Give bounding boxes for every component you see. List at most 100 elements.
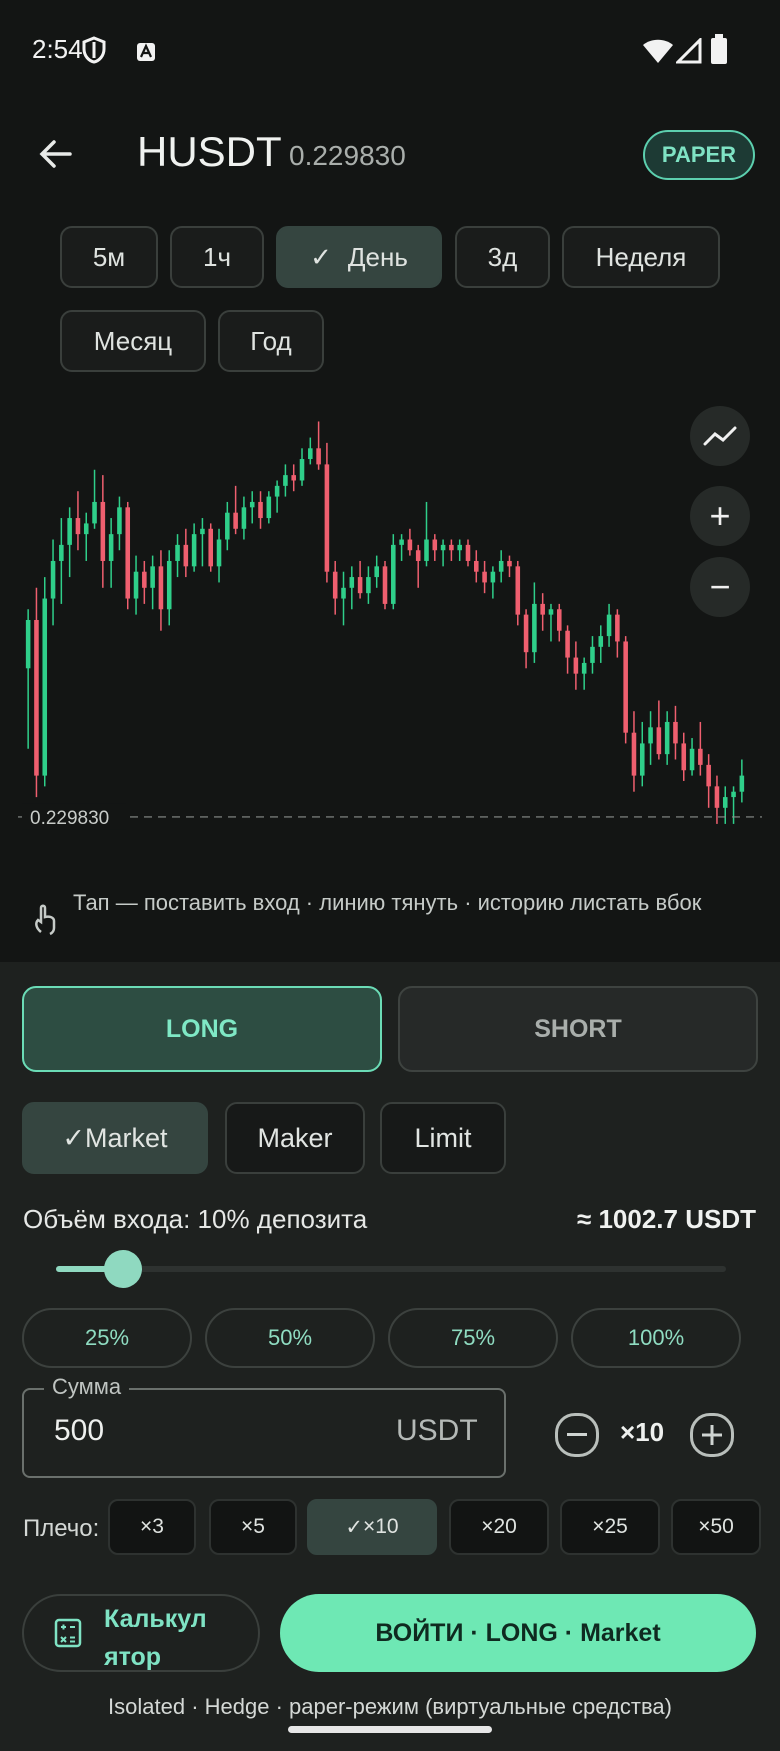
timeframe-chip[interactable]: 5м [60,226,158,288]
candle-body [474,560,479,572]
enter-position-button[interactable]: ВОЙТИ · LONG · Market [280,1594,756,1672]
candle-body [556,609,562,631]
timeframe-chip-label: 1ч [202,241,231,272]
candle-body [689,748,695,771]
volume-label: Объём входа: 10% депозита [23,1204,368,1234]
candle-body [241,507,247,529]
leverage-chip[interactable]: ×25 [560,1499,660,1555]
leverage-chip[interactable]: ×20 [449,1499,549,1555]
back-arrow-icon[interactable] [36,134,76,174]
candle-body [225,512,230,540]
home-indicator[interactable] [288,1726,492,1733]
candle-body [258,501,263,519]
candle-body [216,539,222,567]
zoom-in-button[interactable]: + [690,486,750,546]
leverage-chip-label: ×20 [481,1515,517,1538]
percent-preset-button[interactable]: 25% [22,1308,192,1368]
candle-body [341,587,346,599]
leverage-chip-label: ×3 [140,1515,164,1538]
candle-body [299,459,305,481]
candle-body [191,534,197,567]
volume-slider-thumb[interactable] [104,1250,142,1288]
candle-body [142,571,147,588]
timeframe-chip[interactable]: Год [218,310,324,372]
volume-value: ≈ 1002.7 USDT [576,1204,756,1234]
order-type-limit[interactable]: Limit [380,1102,506,1174]
leverage-chip[interactable]: ×5 [209,1499,297,1555]
timeframe-chip[interactable]: 3д [455,226,550,288]
calculator-icon [54,1618,82,1648]
short-button[interactable]: SHORT [398,986,758,1072]
candle-body [25,620,31,669]
candle-body [42,598,48,776]
leverage-value: ×10 [620,1417,665,1447]
candle-body [183,544,189,567]
order-type-limit-label: Limit [414,1122,472,1153]
candle-body [34,620,39,776]
candle-body [739,775,745,792]
timeframe-chip[interactable]: 1ч [170,226,264,288]
candle-body [440,544,446,551]
candle-body [673,721,678,744]
candle-body [573,657,579,674]
calculator-button[interactable]: Калькул ятор [22,1594,260,1672]
candle-body [731,791,736,798]
leverage-chip[interactable]: ×3 [108,1499,196,1555]
candle-body [67,518,72,545]
candle-body [515,566,521,615]
percent-preset-button[interactable]: 100% [571,1308,741,1368]
leverage-label: Плечо: [23,1515,100,1542]
candle-body [507,560,512,567]
candle-body [565,630,570,658]
header-price: 0.229830 [289,140,406,171]
candle-body [374,566,379,578]
timeframe-chip[interactable]: Неделя [562,226,720,288]
status-time: 2:54 [32,34,83,64]
candle-body [50,560,56,599]
candle-body [391,544,396,604]
leverage-chip[interactable]: ×50 [671,1499,761,1555]
candle-body [133,571,139,599]
volume-slider-track[interactable] [56,1266,726,1272]
leverage-decrease-button[interactable] [555,1413,599,1457]
paper-mode-badge[interactable]: PAPER [643,130,755,180]
candle-body [200,528,205,535]
candle-body [648,727,653,744]
candle-body [706,764,711,787]
leverage-chip[interactable]: ✓ ×10 [307,1499,437,1555]
candle-body [366,577,371,594]
leverage-chip-label: ×5 [241,1515,265,1538]
amount-value[interactable]: 500 [54,1414,104,1448]
candle-body [125,507,131,599]
candle-body [233,512,238,529]
percent-preset-button[interactable]: 50% [205,1308,375,1368]
timeframe-chip-label: 5м [92,241,126,272]
candle-body [108,534,114,561]
order-type-maker[interactable]: Maker [225,1102,365,1174]
candle-body [357,577,363,594]
candle-body [117,507,122,535]
candle-body [490,571,496,583]
candle-body [482,571,487,583]
hint-text: Тап — поставить вход · линию тянуть · ис… [73,890,702,915]
percent-preset-button[interactable]: 75% [388,1308,558,1368]
candle-body [324,464,330,572]
candle-body [623,641,628,733]
price-chart[interactable]: 0.229830 [18,400,762,840]
leverage-increase-button[interactable] [690,1413,734,1457]
candle-body [615,614,620,642]
candle-body [150,566,155,588]
timeframe-chip[interactable]: Месяц [60,310,206,372]
zoom-out-button[interactable]: − [690,557,750,617]
order-type-market-label: Market [85,1122,168,1153]
candle-body [332,571,338,599]
check-icon: ✓ [345,1515,363,1539]
long-button[interactable]: LONG [22,986,382,1072]
candle-body [382,566,388,604]
order-type-market[interactable]: ✓ Market [22,1102,208,1174]
candle-body [208,528,214,567]
candle-body [75,518,81,535]
timeframe-chip[interactable]: ✓ День [276,226,442,288]
leverage-chip-label: ×25 [592,1515,628,1538]
indicator-button[interactable] [690,406,750,466]
